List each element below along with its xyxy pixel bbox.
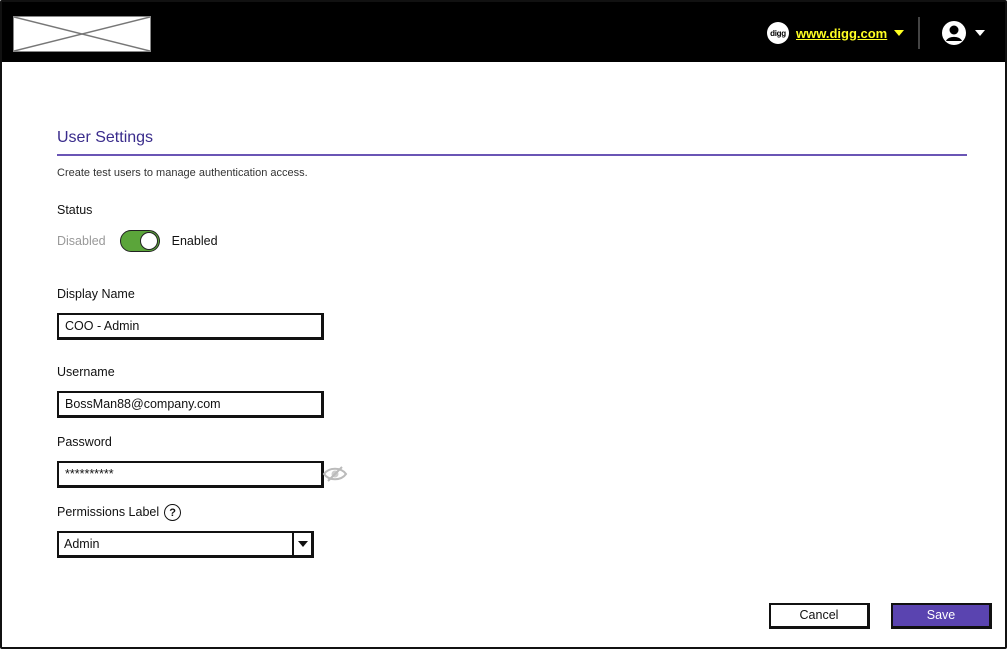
status-toggle[interactable] [119,230,160,252]
status-label: Status [57,203,93,217]
header-divider [918,17,920,49]
display-name-label: Display Name [57,287,135,301]
app-window: digg www.digg.com User Settings Create t… [0,0,1007,649]
help-icon[interactable]: ? [164,504,182,521]
chevron-down-icon [894,30,905,36]
status-disabled-label: Disabled [57,234,106,248]
save-button[interactable]: Save [891,603,992,629]
digg-icon: digg [767,22,789,44]
dropdown-button[interactable] [292,533,311,555]
chevron-down-icon [297,541,308,547]
toggle-knob [139,232,158,250]
username-label: Username [57,365,115,379]
chevron-down-icon [975,30,985,36]
page-description: Create test users to manage authenticati… [57,167,308,179]
permissions-selected-value: Admin [64,537,100,551]
site-link[interactable]: www.digg.com [796,26,887,41]
display-name-field[interactable]: COO - Admin [57,313,324,340]
password-label: Password [57,435,112,449]
title-divider [57,154,967,156]
logo-placeholder-icon[interactable] [13,16,151,52]
user-menu[interactable] [941,20,985,46]
status-row: Disabled Enabled [57,230,218,252]
site-switcher[interactable]: digg www.digg.com [767,21,905,45]
user-avatar-icon [942,21,966,45]
permissions-select[interactable]: Admin [57,531,314,558]
top-bar: digg www.digg.com [2,2,1005,62]
page-title: User Settings [57,129,154,146]
cancel-button[interactable]: Cancel [769,603,870,629]
username-field[interactable]: BossMan88@company.com [57,391,324,418]
permissions-label: Permissions Label [57,504,160,519]
status-enabled-label: Enabled [171,234,218,248]
permissions-label-row: Permissions Label? [57,504,182,521]
password-field[interactable]: ********** [57,461,324,488]
eye-hidden-icon[interactable] [322,465,348,488]
